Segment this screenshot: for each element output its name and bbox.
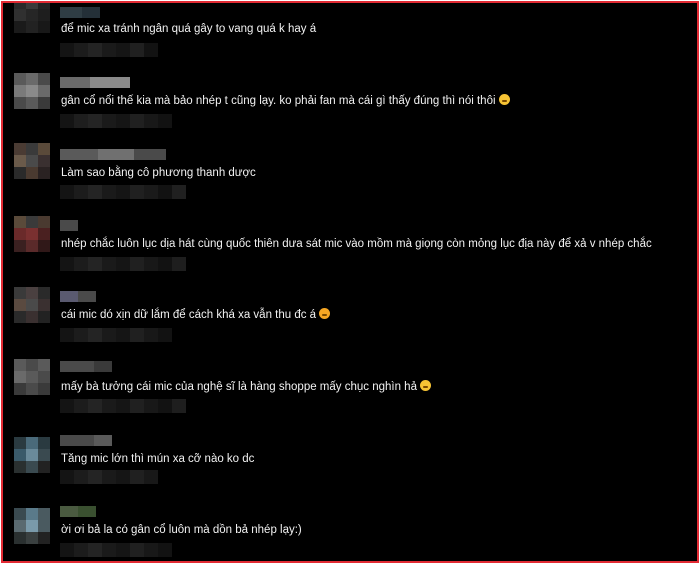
username-blurred[interactable] (60, 77, 130, 88)
comment-meta-blurred (60, 470, 158, 484)
comment-item: nhép chắc luôn lục dịa hát cùng quốc thi… (3, 214, 697, 284)
comment-meta-blurred (60, 328, 172, 342)
avatar[interactable] (14, 3, 50, 33)
comment-item: ời ơi bả la có gân cổ luôn mà dồn bả nhé… (3, 499, 697, 561)
comment-text: gân cổ nổi thế kia mà bảo nhép t cũng lạ… (61, 94, 510, 109)
avatar[interactable] (14, 359, 50, 395)
comment-item: Tăng mic lớn thì mún xa cỡ nào ko dc (3, 428, 697, 498)
heart-eyes-emoji (319, 308, 331, 319)
comment-meta-blurred (60, 399, 186, 413)
comment-meta-blurred (60, 257, 186, 271)
comment-item: mấy bà tưởng cái mic của nghệ sĩ là hàng… (3, 357, 697, 427)
comment-text: Làm sao bằng cô phương thanh dược (61, 167, 256, 179)
comment-text: mấy bà tưởng cái mic của nghệ sĩ là hàng… (61, 380, 431, 395)
comment-meta-blurred (60, 43, 158, 57)
comment-panel: để mic xa tránh ngân quá gây to vang quá… (1, 1, 699, 563)
username-blurred[interactable] (60, 506, 96, 517)
comment-item: cái mic dó xịn dữ lắm để cách khá xa vẫn… (3, 285, 697, 355)
username-blurred[interactable] (60, 435, 112, 446)
comment-text: để mic xa tránh ngân quá gây to vang quá… (61, 23, 317, 35)
comment-item: gân cổ nổi thế kia mà bảo nhép t cũng lạ… (3, 71, 697, 141)
grinning-sweat-emoji (419, 380, 431, 391)
username-blurred[interactable] (60, 361, 112, 372)
comment-meta-blurred (60, 114, 172, 128)
comment-meta-blurred (60, 185, 186, 199)
avatar[interactable] (14, 437, 50, 473)
avatar[interactable] (14, 508, 50, 544)
comment-text: Tăng mic lớn thì mún xa cỡ nào ko dc (61, 453, 255, 465)
username-blurred[interactable] (60, 291, 96, 302)
username-blurred[interactable] (60, 220, 78, 231)
comment-text: ời ơi bả la có gân cổ luôn mà dồn bả nhé… (61, 524, 302, 536)
avatar[interactable] (14, 143, 50, 179)
avatar[interactable] (14, 73, 50, 109)
comment-item: để mic xa tránh ngân quá gây to vang quá… (3, 3, 697, 57)
avatar[interactable] (14, 287, 50, 323)
username-blurred[interactable] (60, 149, 166, 160)
comment-meta-blurred (60, 543, 172, 557)
comment-item: Làm sao bằng cô phương thanh dược (3, 143, 697, 213)
username-blurred[interactable] (60, 7, 100, 18)
avatar[interactable] (14, 216, 50, 252)
comment-text: cái mic dó xịn dữ lắm để cách khá xa vẫn… (61, 308, 331, 323)
rolling-laughing-emoji (498, 94, 510, 105)
comment-text: nhép chắc luôn lục dịa hát cùng quốc thi… (61, 238, 652, 250)
